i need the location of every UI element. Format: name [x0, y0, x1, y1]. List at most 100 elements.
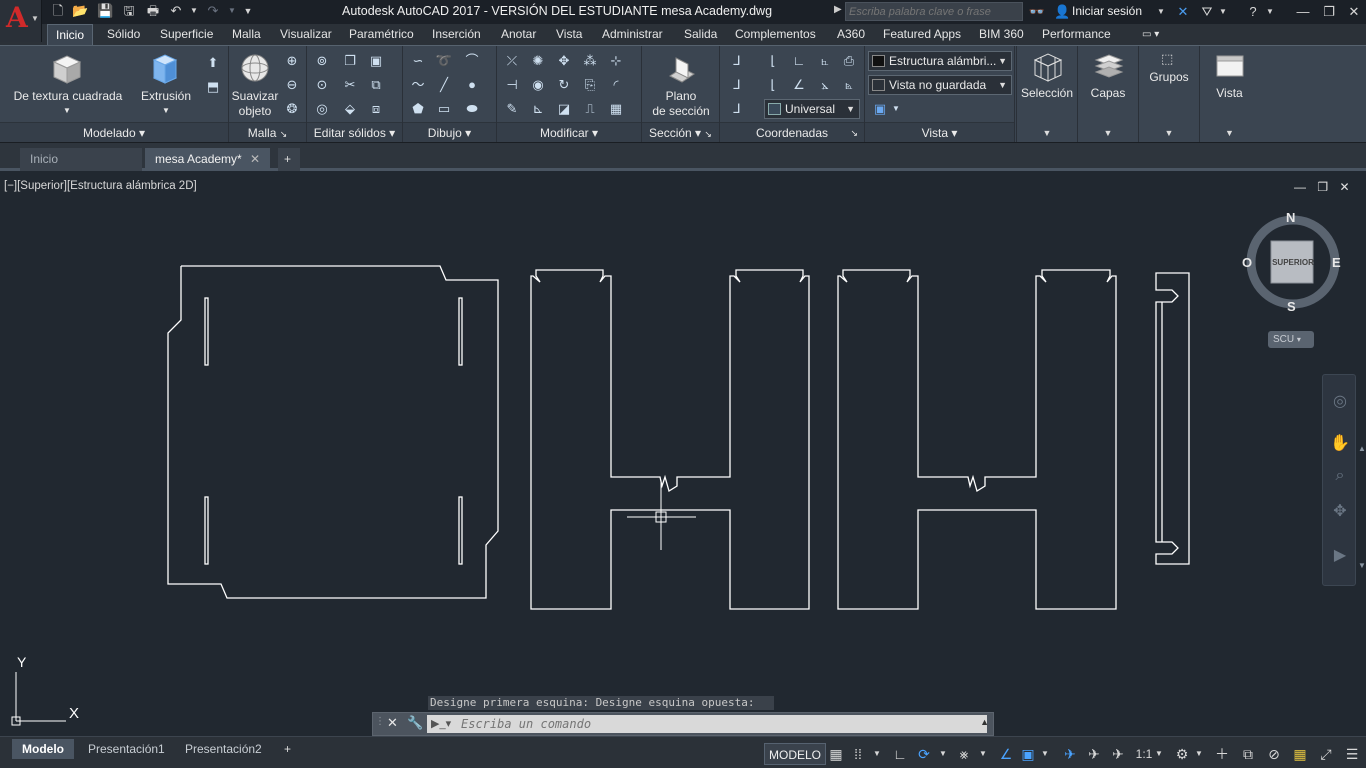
compass-west[interactable]: O: [1242, 255, 1252, 270]
search-input[interactable]: [845, 2, 1023, 21]
ucs-x-icon[interactable]: ⦜: [816, 52, 834, 70]
spline-icon[interactable]: 〜: [409, 76, 427, 94]
rectangle-icon[interactable]: ▭: [435, 100, 453, 118]
tab-administrar[interactable]: Administrar: [594, 24, 671, 45]
extrude-dropdown-icon[interactable]: ▼: [159, 104, 173, 118]
undo-dropdown-icon[interactable]: ▼: [186, 3, 202, 19]
tab-parametrico[interactable]: Paramétrico: [341, 24, 422, 45]
thicken-icon[interactable]: ⬙: [341, 100, 359, 118]
object-snap-icon[interactable]: ▣: [1018, 744, 1038, 764]
break-icon[interactable]: ⊹: [607, 52, 625, 70]
help-icon[interactable]: ?: [1244, 3, 1262, 21]
isodraft-dropdown-icon[interactable]: ▼: [978, 744, 988, 764]
ucs-z-axis-icon[interactable]: ∠: [790, 76, 808, 94]
pan-icon[interactable]: ✋: [1329, 433, 1351, 455]
erase-icon[interactable]: ✎: [503, 100, 521, 118]
3d-align-icon[interactable]: ⊾: [529, 100, 547, 118]
panel-title-seccion[interactable]: Sección ▾ ↘: [642, 122, 719, 142]
file-tab-mesa-academy[interactable]: mesa Academy* ✕: [145, 148, 270, 171]
auto-scale-icon[interactable]: ✈: [1084, 744, 1104, 764]
ellipse-icon[interactable]: ⬬: [463, 100, 481, 118]
slice-icon[interactable]: ✂: [341, 76, 359, 94]
panel-title-dibujo[interactable]: Dibujo ▾: [403, 122, 496, 142]
subtract-icon[interactable]: ⊙: [313, 76, 331, 94]
annotation-monitor-icon[interactable]: ＋: [1212, 744, 1232, 764]
layout-tab-modelo[interactable]: Modelo: [12, 739, 74, 759]
tab-featured-apps[interactable]: Featured Apps: [875, 24, 969, 45]
layout-tab-presentacion1[interactable]: Presentación1: [78, 739, 175, 759]
line-icon[interactable]: ╱: [435, 76, 453, 94]
ucs-3point-icon[interactable]: ∟: [790, 52, 808, 70]
capas-button[interactable]: Capas ▼: [1077, 46, 1138, 142]
tab-malla[interactable]: Malla: [224, 24, 269, 45]
file-tab-inicio[interactable]: Inicio: [20, 148, 142, 171]
quick-properties-icon[interactable]: ⊘: [1264, 744, 1284, 764]
ortho-icon[interactable]: ∟: [890, 744, 910, 764]
ucs-previous-icon[interactable]: ⌊: [764, 76, 782, 94]
panel-title-coordenadas[interactable]: Coordenadas ↘: [720, 122, 864, 142]
extract-edges-icon[interactable]: ❐: [341, 52, 359, 70]
panel-title-modificar[interactable]: Modificar ▾: [497, 122, 641, 142]
visual-style-dropdown[interactable]: Estructura alámbri... ▼: [868, 51, 1012, 71]
tab-superficie[interactable]: Superficie: [152, 24, 221, 45]
steering-wheel-icon[interactable]: ◎: [1329, 391, 1351, 413]
annotation-visibility-icon[interactable]: ✈: [1060, 744, 1080, 764]
tab-insercion[interactable]: Inserción: [424, 24, 489, 45]
snap-icon[interactable]: ⁞⁞: [848, 744, 868, 764]
workspace-gear-icon[interactable]: ⚙: [1172, 744, 1192, 764]
stretch-icon[interactable]: ⎍: [581, 100, 599, 118]
application-menu-button[interactable]: A ▼: [0, 0, 42, 42]
signin-button[interactable]: Iniciar sesión: [1072, 4, 1142, 18]
polyline-icon[interactable]: ∽: [409, 52, 427, 70]
tab-solido[interactable]: Sólido: [99, 24, 148, 45]
tab-bim-360[interactable]: BIM 360: [971, 24, 1032, 45]
redo-dropdown-icon[interactable]: ▼: [224, 3, 240, 19]
clean-screen-icon[interactable]: ⤢: [1316, 744, 1336, 764]
panel-title-malla[interactable]: Malla ↘: [229, 122, 306, 142]
smooth-object-label-1[interactable]: Suavizar: [229, 89, 281, 103]
ucs-dropdown[interactable]: Universal ▼: [764, 99, 860, 119]
ucs-icon[interactable]: ⅃: [728, 52, 746, 70]
named-view-dropdown[interactable]: Vista no guardada ▼: [868, 75, 1012, 95]
rotate-icon[interactable]: ↻: [555, 76, 573, 94]
box-button-label[interactable]: De textura cuadrada: [6, 89, 130, 103]
mesh-smooth-less-icon[interactable]: ⊖: [283, 76, 301, 94]
shell-icon[interactable]: ⧈: [367, 100, 385, 118]
intersect-icon[interactable]: ◎: [313, 100, 331, 118]
close-command-icon[interactable]: ✕: [387, 715, 398, 731]
units-icon[interactable]: ⧉: [1238, 744, 1258, 764]
union-icon[interactable]: ⊚: [313, 52, 331, 70]
redo-icon[interactable]: ↷: [205, 3, 221, 19]
drawing-canvas[interactable]: [0, 174, 1366, 736]
layout-tab-presentacion2[interactable]: Presentación2: [175, 739, 272, 759]
scale-dropdown-icon[interactable]: ▼: [1154, 744, 1164, 764]
command-prompt-icon[interactable]: ▶_▾: [431, 717, 451, 730]
osnap-dropdown-icon[interactable]: ▼: [1040, 744, 1050, 764]
section-plane-label-1[interactable]: Plano: [642, 89, 720, 103]
ucs-face-icon[interactable]: ⦝: [840, 76, 858, 94]
restore-icon[interactable]: ❐: [1320, 3, 1338, 21]
tab-inicio[interactable]: Inicio: [47, 24, 94, 45]
drag-handle-icon[interactable]: ⋮: [375, 716, 385, 727]
mesh-refine-icon[interactable]: ❂: [283, 100, 301, 118]
extend-icon[interactable]: ⊣: [503, 76, 521, 94]
orbit-icon[interactable]: ✥: [1329, 501, 1351, 523]
showmotion-icon[interactable]: ▶: [1329, 545, 1351, 567]
ucs-y-icon[interactable]: ⦛: [816, 76, 834, 94]
polar-tracking-icon[interactable]: ⟳: [914, 744, 934, 764]
compass-north[interactable]: N: [1286, 210, 1295, 225]
tab-vista[interactable]: Vista: [548, 24, 590, 45]
compass-south[interactable]: S: [1287, 299, 1296, 314]
ucs-view-icon[interactable]: ⅃: [728, 100, 746, 118]
tab-complementos[interactable]: Complementos: [727, 24, 824, 45]
customization-menu-icon[interactable]: ☰: [1342, 744, 1362, 764]
panel-title-vista[interactable]: Vista ▾: [865, 122, 1014, 142]
scale-icon[interactable]: ◪: [555, 100, 573, 118]
tab-a360[interactable]: A360: [829, 24, 873, 45]
arc-icon[interactable]: ⌒: [463, 52, 481, 70]
extrude-icon[interactable]: [148, 52, 182, 86]
section-plane-label-2[interactable]: de sección: [642, 104, 720, 118]
undo-icon[interactable]: ↶: [168, 3, 184, 19]
annotation-scale-icon[interactable]: ✈: [1108, 744, 1128, 764]
close-tab-icon[interactable]: ✕: [250, 148, 260, 171]
